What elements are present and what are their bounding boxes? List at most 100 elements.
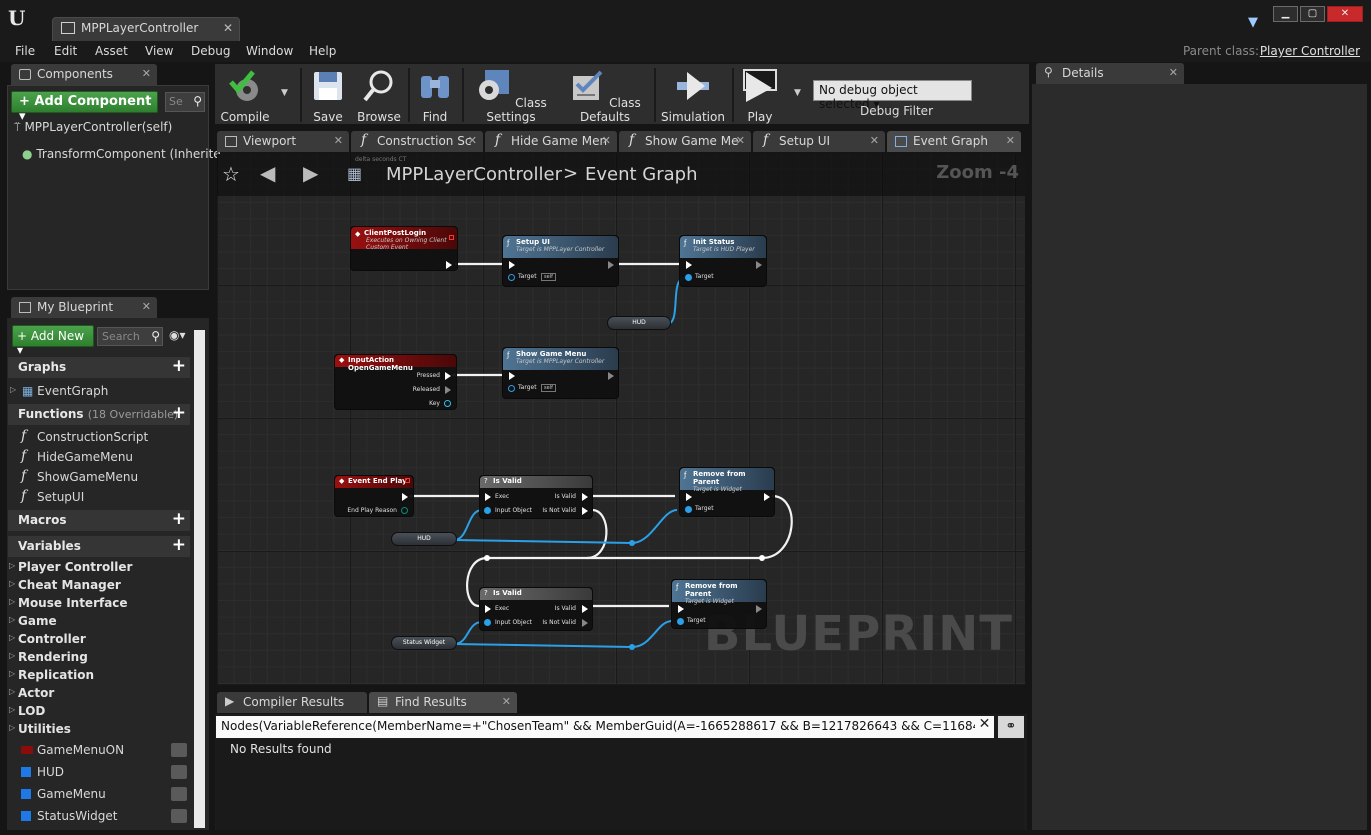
node-show-game-menu[interactable]: ƒ Show Game Menu Target is MPPLayer Cont… <box>502 347 619 399</box>
unreal-logo-icon[interactable]: U <box>8 6 34 34</box>
function-item-setupui[interactable]: f SetupUI <box>21 488 84 504</box>
variable-visibility-icon[interactable] <box>171 809 187 823</box>
exec-out-pin[interactable] <box>756 261 762 269</box>
category-controller[interactable]: Controller <box>9 632 86 646</box>
close-icon[interactable]: ✕ <box>1006 134 1015 147</box>
tab-viewport[interactable]: Viewport ✕ <box>217 131 349 152</box>
delegate-pin[interactable] <box>449 235 454 240</box>
node-is-valid-2[interactable]: ? Is Valid Exec Is Valid Input Object Is… <box>479 587 593 631</box>
input-object-pin[interactable] <box>484 507 491 514</box>
node-client-post-login[interactable]: ◆ ClientPostLogin Executes on Owning Cli… <box>350 226 458 271</box>
parent-class-link[interactable]: Player Controller <box>1260 44 1360 58</box>
exec-in-pin[interactable] <box>509 372 515 380</box>
variable-node-hud[interactable]: HUD <box>391 532 457 546</box>
variable-visibility-icon[interactable] <box>171 743 187 757</box>
menu-edit[interactable]: Edit <box>54 44 77 58</box>
blueprint-scrollbar[interactable] <box>194 330 205 828</box>
input-object-pin[interactable] <box>484 619 491 626</box>
pressed-exec-pin[interactable] <box>445 372 451 380</box>
node-init-status[interactable]: ƒ Init Status Target is HUD Player Targe… <box>679 235 767 287</box>
category-lod[interactable]: LOD <box>9 704 46 718</box>
debug-object-select[interactable]: No debug object selected ▾ <box>813 80 972 111</box>
learn-hat-icon[interactable]: ▼ <box>1248 15 1264 30</box>
variable-item-gamemenu[interactable]: GameMenu <box>21 787 187 801</box>
tab-event-graph[interactable]: Event Graph ✕ <box>887 131 1021 152</box>
node-remove-from-parent-1[interactable]: ƒ Remove from Parent Target is Widget Ta… <box>679 467 775 517</box>
exec-in-pin[interactable] <box>485 605 491 613</box>
component-self[interactable]: ⍡ MPPLayerController(self) <box>14 120 172 135</box>
visibility-eye-icon[interactable]: ◉▾ <box>169 328 186 342</box>
exec-out-pin[interactable] <box>608 261 614 269</box>
variable-item-hud[interactable]: HUD <box>21 765 187 779</box>
variables-section[interactable]: Variables + <box>8 535 190 557</box>
close-icon[interactable]: ✕ <box>870 134 879 147</box>
add-graph-button[interactable]: + <box>172 356 186 376</box>
target-pin[interactable] <box>508 385 515 392</box>
exec-out-pin[interactable] <box>402 493 408 501</box>
tab-details[interactable]: ⚲ Details ✕ <box>1036 63 1184 84</box>
exec-in-pin[interactable] <box>686 261 692 269</box>
compile-options-chevron-icon[interactable]: ▼ <box>281 88 288 98</box>
event-graph-canvas[interactable]: ☆ ◀ ▶ ▦ delta seconds CT MPPLayerControl… <box>217 154 1025 685</box>
node-setup-ui[interactable]: ƒ Setup UI Target is MPPLayer Controller… <box>502 235 619 287</box>
class-settings-button[interactable]: Class Settings <box>468 66 554 124</box>
close-icon[interactable]: ✕ <box>602 134 611 147</box>
is-not-valid-exec-pin[interactable] <box>582 619 588 627</box>
exec-in-pin[interactable] <box>678 605 684 613</box>
find-button[interactable]: Find <box>412 66 458 124</box>
menu-asset[interactable]: Asset <box>95 44 128 58</box>
menu-window[interactable]: Window <box>246 44 293 58</box>
close-icon[interactable]: ✕ <box>1169 66 1178 79</box>
close-window-button[interactable]: ✕ <box>1327 6 1363 22</box>
tab-find-results[interactable]: ▤ Find Results ✕ <box>369 692 517 713</box>
tab-compiler-results[interactable]: ▶ Compiler Results <box>217 692 367 713</box>
is-valid-exec-pin[interactable] <box>582 605 588 613</box>
find-binoculars-button[interactable]: ⚭ <box>998 716 1024 738</box>
key-pin[interactable] <box>444 400 451 407</box>
close-icon[interactable]: ✕ <box>142 67 151 80</box>
target-pin[interactable] <box>685 274 692 281</box>
exec-in-pin[interactable] <box>509 261 515 269</box>
released-exec-pin[interactable] <box>445 386 451 394</box>
delegate-pin[interactable] <box>405 478 410 483</box>
category-replication[interactable]: Replication <box>9 668 94 682</box>
end-play-reason-pin[interactable] <box>401 507 408 514</box>
node-remove-from-parent-2[interactable]: ƒ Remove from Parent Target is Widget Ta… <box>671 579 767 629</box>
tab-setup-ui[interactable]: f Setup UI ✕ <box>753 131 885 152</box>
variable-node-status-widget[interactable]: Status Widget <box>391 636 457 650</box>
macros-section[interactable]: Macros + <box>8 509 190 531</box>
minimize-button[interactable]: ▁ <box>1273 6 1298 22</box>
functions-section[interactable]: Functions (18 Overridable) + <box>8 403 190 425</box>
variable-item-statuswidget[interactable]: StatusWidget <box>21 809 187 823</box>
close-icon[interactable]: ✕ <box>468 134 477 147</box>
function-item-constructionscript[interactable]: f ConstructionScript <box>21 428 148 444</box>
component-transform[interactable]: ● TransformComponent (Inherite <box>22 147 221 161</box>
simulation-button[interactable]: Simulation <box>660 66 726 124</box>
document-tab[interactable]: MPPLayerController ✕ <box>52 17 240 41</box>
target-pin[interactable] <box>685 506 692 513</box>
node-is-valid-1[interactable]: ? Is Valid Exec Is Valid Input Object Is… <box>479 475 593 519</box>
add-new-button[interactable]: + Add New ▾ <box>12 325 94 357</box>
add-function-button[interactable]: + <box>172 403 186 423</box>
close-icon[interactable]: ✕ <box>502 695 511 708</box>
is-valid-exec-pin[interactable] <box>582 493 588 501</box>
function-item-showgamemenu[interactable]: f ShowGameMenu <box>21 468 138 484</box>
clear-search-icon[interactable]: ✕ <box>975 716 994 738</box>
variable-node-hud[interactable]: HUD <box>607 316 671 330</box>
maximize-button[interactable]: ▢ <box>1300 6 1325 22</box>
close-icon[interactable]: ✕ <box>736 134 745 147</box>
save-button[interactable]: Save <box>306 66 350 124</box>
tab-show-game-menu[interactable]: f Show Game Me ✕ <box>619 131 751 152</box>
category-utilities[interactable]: Utilities <box>9 722 71 736</box>
exec-out-pin[interactable] <box>764 493 770 501</box>
blueprint-search-input[interactable]: Search ⚲ <box>97 327 163 346</box>
tab-my-blueprint[interactable]: My Blueprint ✕ <box>11 297 157 318</box>
exec-out-pin[interactable] <box>756 605 762 613</box>
category-rendering[interactable]: Rendering <box>9 650 88 664</box>
tab-components[interactable]: Components ✕ <box>11 64 157 85</box>
variable-item-gamemenuon[interactable]: GameMenuON <box>21 743 187 757</box>
components-search-input[interactable]: Se ⚲ <box>165 92 205 112</box>
variable-visibility-icon[interactable] <box>171 787 187 801</box>
find-search-input[interactable]: Nodes(VariableReference(MemberName=+"Cho… <box>216 716 994 738</box>
menu-view[interactable]: View <box>145 44 173 58</box>
